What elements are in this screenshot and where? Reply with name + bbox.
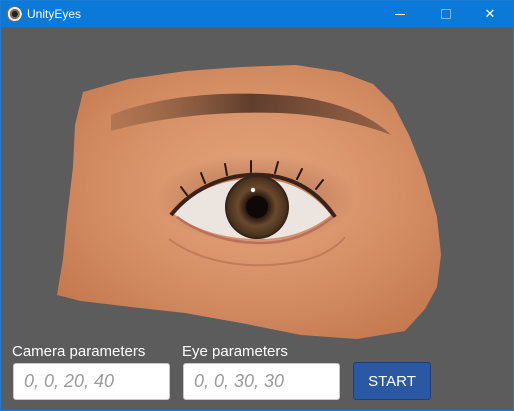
- close-button[interactable]: ✕: [467, 1, 513, 27]
- close-icon: ✕: [484, 6, 496, 22]
- unity-eyes-app-icon: [6, 6, 22, 22]
- eye-parameters-input[interactable]: [183, 363, 340, 400]
- eye-parameters-label: Eye parameters: [182, 343, 288, 360]
- title-bar[interactable]: UnityEyes ✕: [1, 1, 513, 27]
- minimize-button[interactable]: [377, 1, 423, 27]
- window-title: UnityEyes: [27, 7, 82, 21]
- camera-parameters-input[interactable]: [13, 363, 170, 400]
- app-window: UnityEyes ✕ Camera parameters 0, 0, 20, …: [0, 0, 514, 411]
- camera-parameters-label: Camera parameters: [12, 343, 146, 360]
- maximize-icon: [441, 9, 451, 19]
- render-viewport: Camera parameters Eye parameters START: [1, 27, 513, 410]
- maximize-button[interactable]: [423, 1, 469, 27]
- minimize-icon: [395, 13, 405, 15]
- start-button[interactable]: START: [353, 362, 431, 400]
